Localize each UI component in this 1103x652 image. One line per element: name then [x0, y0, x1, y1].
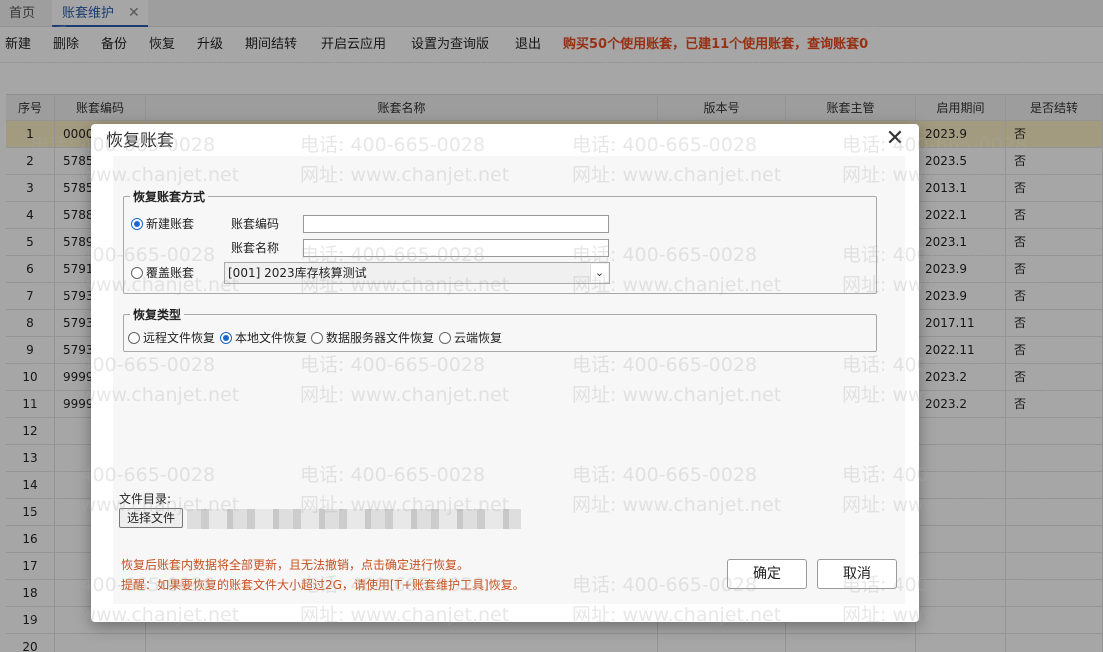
restore-method-group: 恢复账套方式 新建账套 账套编码 账套名称 覆盖账套 [001] 2023库存核… — [123, 188, 877, 294]
file-directory-label: 文件目录: — [119, 492, 172, 506]
confirm-button[interactable]: 确定 — [727, 559, 807, 589]
cancel-button[interactable]: 取消 — [817, 559, 897, 589]
local-file-restore-label: 本地文件恢复 — [235, 331, 308, 345]
chevron-down-icon: ⌄ — [590, 264, 608, 282]
choose-file-button[interactable]: 选择文件 — [119, 508, 183, 528]
remote-file-restore-label: 远程文件恢复 — [143, 331, 216, 345]
close-icon[interactable]: ✕ — [884, 127, 906, 151]
overwrite-account-select[interactable]: [001] 2023库存核算测试 ⌄ — [224, 262, 610, 284]
cloud-restore-radio[interactable] — [439, 332, 451, 344]
restore-type-legend: 恢复类型 — [130, 306, 185, 323]
dialog-title: 恢复账套 — [106, 131, 174, 151]
file-path-redacted — [187, 509, 521, 529]
overwrite-account-radio[interactable] — [131, 267, 143, 279]
account-name-input[interactable] — [303, 239, 609, 257]
dialog-body: 恢复账套方式 新建账套 账套编码 账套名称 覆盖账套 [001] 2023库存核… — [113, 156, 905, 604]
db-server-file-restore-radio[interactable] — [311, 332, 323, 344]
db-server-file-restore-label: 数据服务器文件恢复 — [326, 331, 435, 345]
restore-warning-text: 恢复后账套内数据将全部更新，且无法撤销，点击确定进行恢复。 — [121, 558, 470, 572]
restore-method-legend: 恢复账套方式 — [130, 188, 209, 205]
restore-size-reminder: 提醒：如果要恢复的账套文件大小超过2G，请使用[T+账套维护工具]恢复。 — [121, 578, 525, 592]
new-account-radio[interactable] — [131, 218, 143, 230]
restore-type-group: 恢复类型 远程文件恢复 本地文件恢复 数据服务器文件恢复 云端恢复 — [123, 306, 877, 352]
remote-file-restore-radio[interactable] — [128, 332, 140, 344]
local-file-restore-radio[interactable] — [220, 332, 232, 344]
restore-account-dialog: 恢复账套 ✕ 恢复账套方式 新建账套 账套编码 账套名称 覆盖账套 [001] … — [91, 124, 919, 622]
new-account-label: 新建账套 — [146, 217, 195, 231]
overwrite-account-select-value: [001] 2023库存核算测试 — [228, 266, 367, 280]
account-code-label: 账套编码 — [231, 217, 280, 231]
overwrite-account-label: 覆盖账套 — [146, 266, 195, 280]
cloud-restore-label: 云端恢复 — [454, 331, 503, 345]
account-code-input[interactable] — [303, 215, 609, 233]
account-name-label: 账套名称 — [231, 241, 280, 255]
